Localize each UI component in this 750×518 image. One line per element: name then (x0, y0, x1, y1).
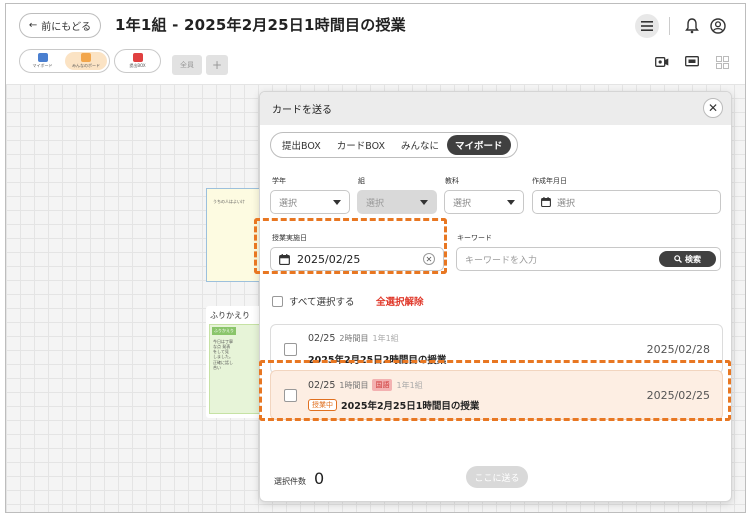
dialog-title: カードを送る (272, 105, 332, 116)
app-window: ← 前にもどる 1年1組 - 2025年2月25日1時間目の授業 マイボード み… (5, 3, 746, 513)
subject-select-value: 選択 (453, 198, 472, 209)
clear-date-icon[interactable]: ✕ (423, 253, 435, 265)
dialog-header: カードを送る ✕ (260, 92, 731, 125)
item-date: 02/25 (308, 379, 336, 391)
class-select: 選択 (357, 190, 437, 214)
created-date-label: 作成年月日 (532, 177, 567, 185)
reflection-tag: ふりかえり (212, 327, 236, 335)
selected-count-label: 選択件数 (274, 477, 306, 486)
list-item-meta: 02/25 1時間目 国語 1年1組 (308, 379, 423, 391)
close-icon[interactable]: ✕ (703, 98, 723, 118)
screen-share-icon[interactable] (684, 55, 700, 69)
subject-select[interactable]: 選択 (444, 190, 524, 214)
chevron-down-icon (333, 200, 341, 205)
chevron-down-icon (420, 200, 428, 205)
reflection-card-text-2: 正確に話し合い (213, 360, 233, 370)
selected-count: 0 (314, 469, 325, 488)
board-switcher: マイボード みんなのボード (19, 49, 110, 73)
search-button-label: 検索 (685, 254, 701, 264)
tab-submit-box[interactable]: 提出BOX (274, 135, 329, 155)
subject-label: 教科 (445, 177, 459, 185)
page-title: 1年1組 - 2025年2月25日1時間目の授業 (115, 16, 406, 34)
list-item[interactable]: 02/25 2時間目 1年1組 2025年2月25日2時間目の授業 2025/0… (270, 324, 723, 374)
item-right-date: 2025/02/28 (646, 343, 710, 356)
created-date-value: 選択 (557, 198, 576, 209)
deselect-all-link[interactable]: 全選択解除 (376, 294, 424, 308)
send-here-button[interactable]: ここに送る (466, 466, 528, 488)
grade-select[interactable]: 選択 (270, 190, 350, 214)
reflection-card[interactable]: ふりかえり ふりかえり 今日は丁寧な点 発表をして見 しました。 正確に話し合い (206, 306, 266, 418)
menu-icon[interactable] (635, 14, 659, 38)
status-badge: 授業中 (308, 399, 337, 411)
my-board-icon (37, 53, 48, 62)
submit-box-icon (132, 53, 143, 62)
search-icon (674, 255, 682, 263)
tab-everyone[interactable]: みんなに (393, 135, 447, 155)
item-title: 2025年2月25日1時間目の授業 (341, 401, 480, 412)
item-date: 02/25 (308, 333, 336, 344)
select-all-box[interactable] (272, 295, 283, 307)
header-divider (669, 17, 670, 35)
item-period: 1時間目 (339, 380, 369, 390)
tab-all[interactable]: 全員 (172, 55, 202, 75)
lesson-date-input[interactable]: 2025/02/25 ✕ (270, 247, 444, 271)
back-button[interactable]: ← 前にもどる (19, 13, 101, 38)
search-button[interactable]: 検索 (659, 251, 716, 267)
camera-icon[interactable] (654, 55, 670, 69)
lesson-date-label: 授業実施日 (272, 234, 307, 242)
lesson-date-value: 2025/02/25 (297, 252, 361, 266)
my-board-label: マイボード (32, 63, 53, 68)
calendar-icon (541, 197, 551, 207)
item-title-row: 授業中 2025年2月25日1時間目の授業 (308, 398, 479, 412)
tab-my-board[interactable]: マイボード (446, 135, 511, 155)
arrow-left-icon: ← (28, 20, 38, 31)
bell-icon[interactable] (680, 14, 704, 38)
everyone-board-button[interactable]: みんなのボード (65, 52, 107, 70)
item-period: 2時間目 (339, 334, 369, 343)
add-tab-button[interactable]: + (206, 55, 228, 75)
created-date-picker[interactable]: 選択 (532, 190, 721, 214)
everyone-board-label: みんなのボード (72, 63, 100, 68)
list-item[interactable]: 02/25 1時間目 国語 1年1組 授業中 2025年2月25日1時間目の授業… (270, 370, 723, 420)
reflection-card-title: ふりかえり (210, 311, 250, 320)
reflection-card-body: ふりかえり 今日は丁寧な点 発表をして見 しました。 正確に話し合い (209, 324, 261, 414)
keyword-label: キーワード (457, 234, 492, 242)
back-button-label: 前にもどる (41, 22, 92, 33)
submit-box-button[interactable]: 提出BOX (114, 49, 161, 73)
select-all-label: すべて選択する (289, 297, 355, 308)
grade-label: 学年 (272, 177, 286, 185)
reflection-card-text: 今日は丁寧な点 発表をして見 しました。 (213, 339, 233, 359)
user-account-icon[interactable] (706, 14, 730, 38)
sticky-note[interactable]: うちの人はよいけ (206, 188, 266, 282)
keyword-input[interactable]: キーワードを入力 検索 (456, 247, 721, 271)
list-item-meta: 02/25 2時間目 1年1組 (308, 333, 399, 344)
chevron-down-icon (507, 200, 515, 205)
item-right-date: 2025/02/25 (646, 389, 710, 402)
class-label: 組 (358, 177, 365, 185)
grade-select-value: 選択 (279, 198, 298, 209)
submit-box-label: 提出BOX (129, 63, 146, 68)
keyword-placeholder: キーワードを入力 (465, 255, 538, 266)
everyone-board-icon (81, 53, 91, 62)
my-board-button[interactable]: マイボード (20, 50, 65, 72)
item-grade: 1年1組 (396, 380, 423, 390)
item-title: 2025年2月25日2時間目の授業 (308, 355, 447, 366)
list-item-checkbox[interactable] (284, 343, 297, 356)
send-card-dialog: カードを送る ✕ 提出BOX カードBOX みんなに マイボード 学年 組 教科… (259, 91, 732, 502)
calendar-icon (279, 253, 290, 265)
list-item-checkbox[interactable] (284, 389, 297, 402)
grid-view-icon[interactable] (714, 55, 730, 69)
submit-box-cell: 提出BOX (115, 50, 160, 72)
tab-card-box[interactable]: カードBOX (329, 135, 393, 155)
select-all-checkbox[interactable]: すべて選択する (272, 294, 354, 308)
sticky-note-text: うちの人はよいけ (213, 199, 245, 204)
item-grade: 1年1組 (372, 334, 399, 343)
destination-tabs: 提出BOX カードBOX みんなに マイボード (270, 132, 518, 158)
subject-badge: 国語 (372, 379, 393, 391)
class-select-value: 選択 (366, 198, 385, 209)
